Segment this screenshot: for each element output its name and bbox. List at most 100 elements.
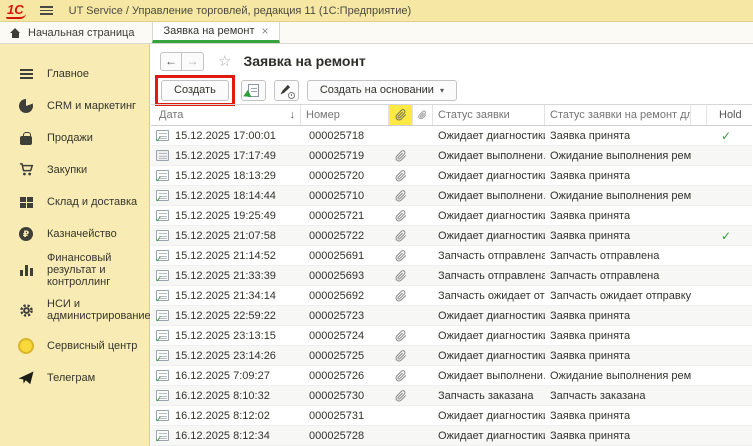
set-deadline-button[interactable] [274,80,299,101]
close-icon[interactable]: × [262,26,269,36]
status-client-value: Заявка принята [545,330,691,342]
date-cell: ✓15.12.2025 19:25:49 [151,210,301,222]
sidebar-item[interactable]: НСИ и администрирование [0,290,149,330]
date-cell: ✓15.12.2025 21:34:14 [151,290,301,302]
documents-table: Дата ↓ Номер Статус заявки Статус заявки… [151,104,752,446]
status-value: Запчасть заказана [433,390,545,402]
paperclip-icon [395,370,407,382]
status-client-value: Заявка принята [545,230,691,242]
table-row[interactable]: ✓15.12.2025 23:13:15000025724Ожидает диа… [151,326,752,346]
favorite-star-icon[interactable]: ☆ [218,52,231,70]
paperclip-icon [395,350,407,362]
attachment-cell [389,150,413,162]
back-button[interactable]: ← [160,52,182,71]
sidebar-item-label: Телеграм [47,372,101,384]
date-value: 16.12.2025 7:09:27 [175,370,270,382]
sidebar-item[interactable]: Продажи [0,122,149,154]
table-row[interactable]: ✓16.12.2025 7:09:27000025726Ожидает выпо… [151,366,752,386]
paperclip-icon [395,170,407,182]
warehouse-grid-icon [18,194,34,210]
home-page-tab[interactable]: Начальная страница [0,22,144,43]
date-value: 15.12.2025 18:13:29 [175,170,276,182]
status-value: Ожидает выполнени… [433,370,545,382]
posted-document-icon: ✓ [156,430,169,441]
sidebar-item-label: Закупки [47,164,93,176]
table-row[interactable]: ✓15.12.2025 21:14:52000025691Запчасть от… [151,246,752,266]
sidebar-item-label: Главное [47,68,95,80]
status-value: Запчасть ожидает от… [433,290,545,302]
number-value: 000025724 [301,330,389,342]
create-based-on-label: Создать на основании [320,84,434,96]
title-bar: 1С UT Service / Управление торговлей, ре… [0,0,753,22]
column-header-status[interactable]: Статус заявки [433,105,545,125]
table-row[interactable]: ✓15.12.2025 21:07:58000025722Ожидает диа… [151,226,752,246]
main-menu-icon[interactable] [40,6,53,15]
column-header-number[interactable]: Номер [301,105,389,125]
number-value: 000025710 [301,190,389,202]
sidebar-item[interactable]: Сервисный центр [0,330,149,362]
table-row[interactable]: ✓15.12.2025 21:34:14000025692Запчасть ож… [151,286,752,306]
number-value: 000025728 [301,430,389,442]
status-client-value: Запчасть отправлена [545,250,691,262]
table-row[interactable]: ✓15.12.2025 22:59:22000025723Ожидает диа… [151,306,752,326]
table-row[interactable]: ✓16.12.2025 8:10:32000025730 Запчасть зак… [151,386,752,406]
posted-document-icon: ✓ [156,310,169,321]
table-row[interactable]: ✓15.12.2025 17:00:01000025718Ожидает диа… [151,126,752,146]
column-header-status-client[interactable]: Статус заявки на ремонт для кл… [545,105,691,125]
attachment-cell [389,170,413,182]
status-value: Ожидает выполнени… [433,190,545,202]
posted-document-icon: ✓ [156,290,169,301]
app-window: 1С UT Service / Управление торговлей, ре… [0,0,753,446]
status-value: Запчасть отправлена [433,250,545,262]
page-title: Заявка на ремонт [243,53,365,69]
hold-check-cell: ✓ [707,229,752,243]
table-row[interactable]: ✓15.12.2025 19:25:49000025721Ожидает диа… [151,206,752,226]
table-row[interactable]: ✓15.12.2025 18:13:29000025720Ожидает диа… [151,166,752,186]
number-value: 000025693 [301,270,389,282]
table-row[interactable]: 15.12.2025 17:17:49000025719Ожидает выпо… [151,146,752,166]
date-value: 15.12.2025 21:14:52 [175,250,276,262]
hold-check-cell: ✓ [707,129,752,143]
status-client-value: Заявка принята [545,170,691,182]
sidebar-item[interactable]: Закупки [0,154,149,186]
date-value: 15.12.2025 17:17:49 [175,150,276,162]
status-value: Ожидает диагностики [433,210,545,222]
date-cell: ✓15.12.2025 21:33:39 [151,270,301,282]
table-row[interactable]: ✓16.12.2025 8:12:02000025731Ожидает диаг… [151,406,752,426]
table-row[interactable]: ✓16.12.2025 8:12:34000025728Ожидает диаг… [151,426,752,446]
home-icon [10,28,21,38]
sidebar-item[interactable]: CRM и маркетинг [0,90,149,122]
column-header-attachment-highlighted[interactable] [389,105,413,125]
status-value: Запчасть отправлена [433,270,545,282]
bar-chart-icon [18,262,34,278]
sidebar-item[interactable]: Склад и доставка [0,186,149,218]
forward-button[interactable]: → [182,52,204,71]
create-based-on-button[interactable]: Создать на основании ▾ [307,80,457,101]
date-cell: ✓16.12.2025 8:10:32 [151,390,301,402]
sidebar-item[interactable]: Финансовый результат и контроллинг [0,250,149,290]
column-header-attachment[interactable] [413,105,433,125]
column-header-hold[interactable]: Hold [707,105,752,125]
sidebar-item[interactable]: Телеграм [0,362,149,394]
create-button[interactable]: Создать [161,80,229,101]
tab-strip: Начальная страница Заявка на ремонт × [0,22,753,44]
paperclip-icon [395,210,407,222]
number-value: 000025719 [301,150,389,162]
posted-document-icon: ✓ [156,330,169,341]
pen-clock-icon [279,83,294,98]
table-row[interactable]: ✓15.12.2025 23:14:26000025725Ожидает диа… [151,346,752,366]
table-row[interactable]: ✓15.12.2025 21:33:39000025693 Запчасть от… [151,266,752,286]
bag-icon [18,130,34,146]
tab-repair-requests[interactable]: Заявка на ремонт × [152,22,279,43]
posted-document-icon: ✓ [156,130,169,141]
paperclip-icon [395,150,407,162]
number-value: 000025730 [301,390,389,402]
sidebar-item[interactable]: Главное [0,58,149,90]
chevron-down-icon: ▾ [440,86,444,95]
sidebar-item-label: Сервисный центр [47,340,143,352]
sidebar-item[interactable]: ₽Казначейство [0,218,149,250]
column-header-date[interactable]: Дата ↓ [151,105,301,125]
create-by-copy-button[interactable] [241,80,266,101]
table-row[interactable]: ✓15.12.2025 18:14:44000025710Ожидает вып… [151,186,752,206]
status-value: Ожидает диагностики [433,170,545,182]
